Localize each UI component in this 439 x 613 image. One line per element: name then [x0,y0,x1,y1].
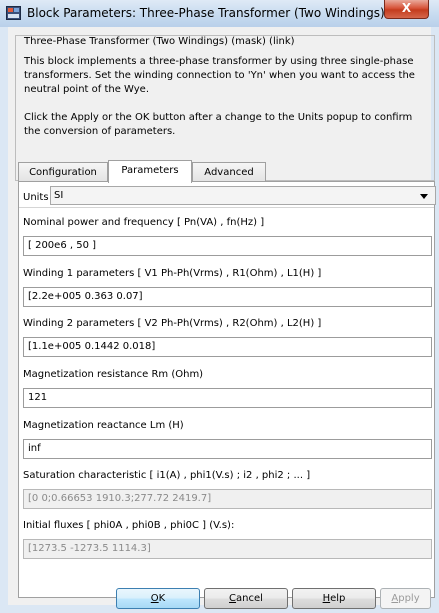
divider [19,207,434,208]
initial-fluxes-field: [1273.5 -1273.5 1114.3] [23,539,432,559]
tab-label: Parameters [121,165,179,176]
units-label: Units [23,192,49,203]
mask-description: This block implements a three-phase tran… [24,56,415,95]
saturation-characteristic-field: [0 0;0.66653 1910.3;277.72 2419.7] [23,489,432,509]
apply-label-rest: pply [398,593,420,604]
saturation-characteristic-label: Saturation characteristic [ i1(A) , phi1… [23,470,311,481]
cancel-button[interactable]: Cancel [204,588,288,609]
dialog-client-area: Three-Phase Transformer (Two Windings) (… [8,27,436,609]
cancel-label-rest: ancel [236,593,263,604]
tab-advanced[interactable]: Advanced [192,162,266,182]
mask-units-note: Click the Apply or the OK button after a… [24,112,413,137]
tab-configuration[interactable]: Configuration [18,162,108,182]
winding1-field[interactable]: [2.2e+005 0.363 0.07] [23,287,432,307]
window-title: Block Parameters: Three-Phase Transforme… [27,6,385,20]
help-button[interactable]: Help [292,588,376,609]
parameters-panel: Units SI Nominal power and frequency [ P… [18,181,436,598]
winding2-field[interactable]: [1.1e+005 0.1442 0.018] [23,337,432,357]
tab-label: Configuration [29,167,97,178]
mask-title: Three-Phase Transformer (Two Windings) (… [24,36,295,47]
magnetization-resistance-field[interactable]: 121 [23,388,432,408]
apply-button: Apply [380,588,431,609]
close-icon: X [401,1,412,15]
nominal-power-field[interactable]: [ 200e6 , 50 ] [23,236,432,256]
units-value: SI [54,190,64,201]
cancel-mnemonic: C [229,593,237,604]
block-parameters-icon [6,6,21,20]
magnetization-resistance-label: Magnetization resistance Rm (Ohm) [23,369,204,380]
tab-label: Advanced [204,167,254,178]
ok-button[interactable]: OK [116,588,200,609]
nominal-power-label: Nominal power and frequency [ Pn(VA) , f… [23,217,265,228]
units-dropdown[interactable]: SI [50,186,436,205]
winding2-label: Winding 2 parameters [ V2 Ph-Ph(Vrms) , … [23,318,322,329]
help-mnemonic: H [322,593,331,604]
help-label-rest: elp [330,593,346,604]
initial-fluxes-label: Initial fluxes [ phi0A , phi0B , phi0C ]… [23,520,235,531]
tab-parameters[interactable]: Parameters [108,160,192,183]
ok-label-rest: K [158,593,166,604]
magnetization-reactance-label: Magnetization reactance Lm (H) [23,420,184,431]
window-frame: Three-Phase Transformer (Two Windings) (… [0,27,439,613]
close-button[interactable]: X [384,0,429,19]
magnetization-reactance-field[interactable]: inf [23,439,432,459]
title-bar: Block Parameters: Three-Phase Transforme… [0,0,439,27]
chevron-down-icon [420,194,428,199]
ok-mnemonic: O [150,593,159,604]
winding1-label: Winding 1 parameters [ V1 Ph-Ph(Vrms) , … [23,268,322,279]
